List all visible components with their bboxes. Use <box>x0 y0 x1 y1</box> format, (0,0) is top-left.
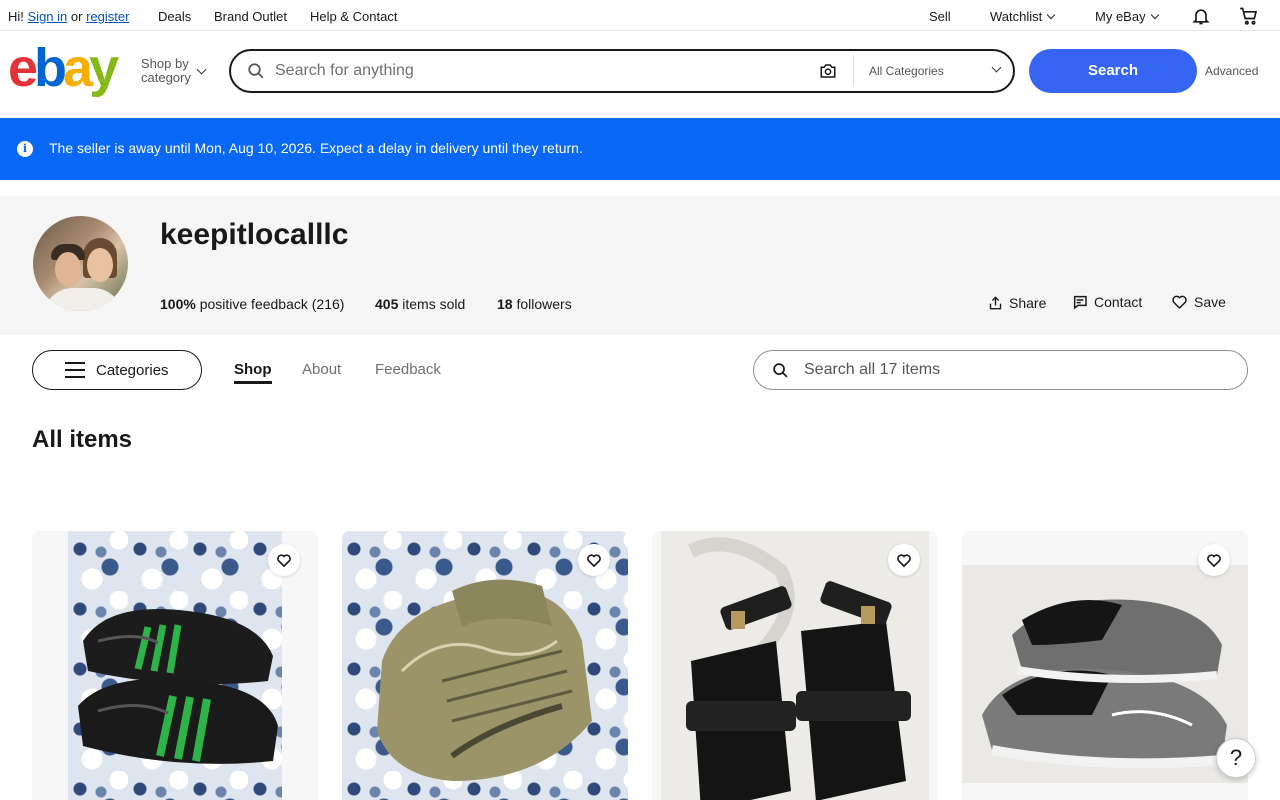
store-avatar <box>33 216 128 311</box>
items-sold-text: items sold <box>402 296 466 312</box>
seller-away-message: The seller is away until Mon, Aug 10, 20… <box>49 140 583 156</box>
register-link[interactable]: register <box>86 9 129 24</box>
notification-bell-icon[interactable] <box>1191 6 1211 29</box>
categories-label: Categories <box>96 362 169 379</box>
watchlist-label: Watchlist <box>990 9 1043 24</box>
search-icon <box>772 362 789 384</box>
info-icon: i <box>17 141 33 157</box>
item-photo[interactable] <box>68 531 282 800</box>
category-label: category <box>141 70 191 85</box>
contact-button[interactable]: Contact <box>1072 294 1142 310</box>
cart-icon[interactable] <box>1238 6 1259 29</box>
camera-search-icon[interactable] <box>819 62 837 85</box>
chevron-down-icon <box>991 62 1002 73</box>
feedback-percent: 100% <box>160 296 196 312</box>
store-search-bar <box>753 350 1248 390</box>
tab-feedback[interactable]: Feedback <box>375 361 441 378</box>
feedback-stat[interactable]: 100% positive feedback (216) <box>160 296 344 312</box>
followers-count: 18 <box>497 296 513 312</box>
global-search-bar: All Categories <box>229 49 1015 93</box>
heart-icon <box>897 554 911 568</box>
item-photo[interactable] <box>962 565 1248 783</box>
items-sold-count: 405 <box>375 296 399 312</box>
chevron-down-icon <box>1150 10 1159 20</box>
store-name: keepitlocalllc <box>160 218 349 251</box>
shop-by-category-button[interactable]: Shop by category <box>141 57 191 85</box>
search-divider <box>853 55 854 87</box>
logo-letter-b: b <box>34 38 67 98</box>
heart-icon <box>1207 554 1221 568</box>
share-button[interactable]: Share <box>988 295 1046 311</box>
greeting: Hi! Sign in or register <box>8 9 129 24</box>
categories-button[interactable]: Categories <box>32 350 202 390</box>
hamburger-icon <box>65 362 85 383</box>
sell-link[interactable]: Sell <box>929 9 951 24</box>
search-icon <box>247 62 265 85</box>
share-label: Share <box>1009 295 1047 311</box>
item-card[interactable] <box>342 531 628 800</box>
seller-away-banner: i The seller is away until Mon, Aug 10, … <box>0 118 1280 180</box>
item-card[interactable] <box>962 531 1248 800</box>
contact-label: Contact <box>1094 294 1143 310</box>
watch-item-button[interactable] <box>578 544 610 576</box>
heart-icon <box>587 554 601 568</box>
greeting-text: Hi! <box>8 9 24 24</box>
chevron-down-icon <box>1047 10 1056 20</box>
ebay-logo[interactable]: ebay <box>8 38 119 98</box>
help-contact-link[interactable]: Help & Contact <box>310 9 397 24</box>
watchlist-menu[interactable]: Watchlist <box>990 9 1056 24</box>
top-utility-bar: Hi! Sign in or register Deals Brand Outl… <box>0 0 1280 31</box>
save-label: Save <box>1194 294 1226 310</box>
category-select[interactable]: All Categories <box>869 64 944 78</box>
store-header: keepitlocalllc 100% positive feedback (2… <box>0 196 1280 335</box>
store-search-input[interactable] <box>804 359 1224 381</box>
feedback-text: positive feedback (216) <box>199 296 345 312</box>
item-card[interactable] <box>32 531 318 800</box>
shop-by-label: Shop by <box>141 56 189 71</box>
followers-text: followers <box>516 296 572 312</box>
tab-about[interactable]: About <box>302 361 341 378</box>
tab-shop[interactable]: Shop <box>234 361 272 384</box>
heart-icon <box>277 554 291 568</box>
items-sold-stat: 405 items sold <box>375 296 465 312</box>
followers-stat: 18 followers <box>497 296 572 312</box>
search-button[interactable]: Search <box>1029 49 1197 93</box>
heart-icon <box>1172 295 1187 310</box>
chevron-down-icon <box>196 64 207 75</box>
advanced-search-link[interactable]: Advanced <box>1205 64 1258 78</box>
logo-letter-y: y <box>89 38 119 98</box>
logo-letter-a: a <box>63 38 93 98</box>
item-card[interactable] <box>652 531 938 800</box>
help-button[interactable]: ? <box>1216 738 1256 778</box>
or-text: or <box>70 9 83 24</box>
logo-letter-e: e <box>8 38 38 98</box>
watch-item-button[interactable] <box>268 544 300 576</box>
my-ebay-menu[interactable]: My eBay <box>1095 9 1159 24</box>
item-photo[interactable] <box>661 531 929 800</box>
section-heading: All items <box>32 426 133 453</box>
my-ebay-label: My eBay <box>1095 9 1146 24</box>
watch-item-button[interactable] <box>1198 544 1230 576</box>
sign-in-link[interactable]: Sign in <box>28 9 68 24</box>
message-icon <box>1073 295 1087 310</box>
share-icon <box>989 296 1002 310</box>
deals-link[interactable]: Deals <box>158 9 191 24</box>
save-seller-button[interactable]: Save <box>1171 294 1226 310</box>
global-search-input[interactable] <box>275 59 795 83</box>
brand-outlet-link[interactable]: Brand Outlet <box>214 9 287 24</box>
watch-item-button[interactable] <box>888 544 920 576</box>
